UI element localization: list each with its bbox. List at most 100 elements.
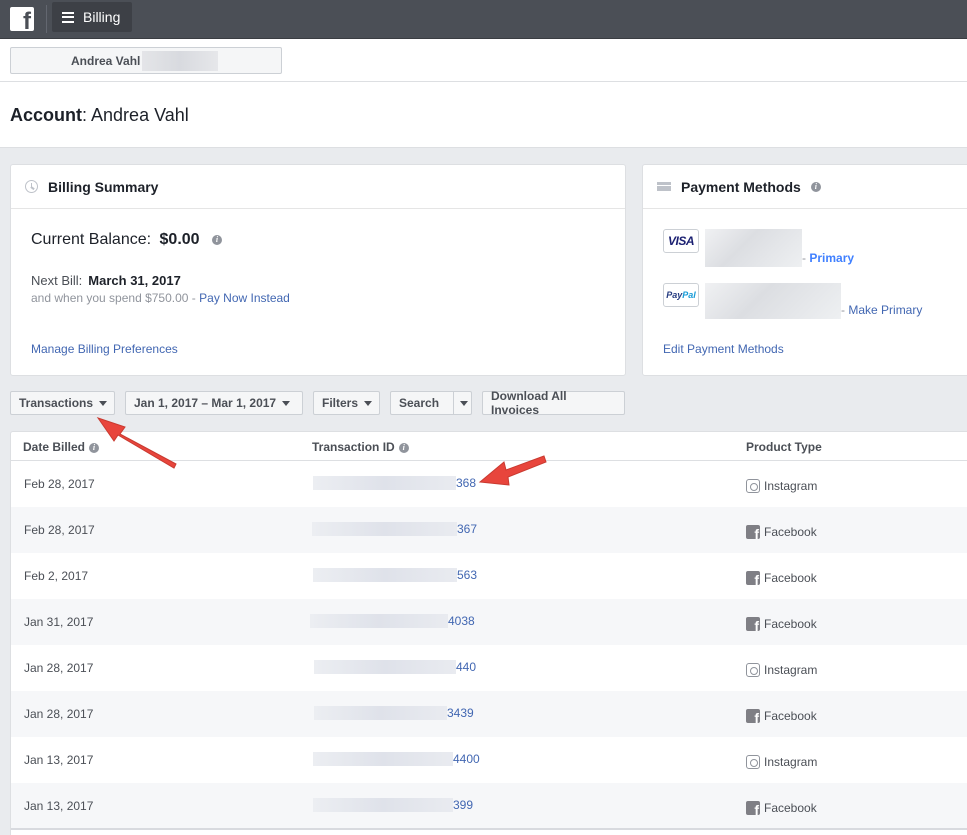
column-date-billed[interactable]: Date Billed i xyxy=(23,440,100,454)
transaction-id-link[interactable]: 368 xyxy=(313,476,476,490)
billing-menu-button[interactable]: Billing xyxy=(52,2,132,32)
transaction-id-suffix: 4400 xyxy=(453,752,480,766)
transactions-table: Date Billed i Transaction ID i Product Typ… xyxy=(10,431,967,835)
page-title: Account: Andrea Vahl xyxy=(10,105,189,126)
visa-logo-icon: VISA xyxy=(663,229,699,253)
product-type-label: Instagram xyxy=(764,479,818,493)
filters-dropdown[interactable]: Filters xyxy=(313,391,380,415)
account-selector-dropdown[interactable]: Andrea Vahl xyxy=(10,47,282,74)
manage-billing-preferences-link[interactable]: Manage Billing Preferences xyxy=(31,342,178,356)
table-row[interactable]: Jan 28, 2017 440 Instagram xyxy=(11,645,967,691)
transaction-id-link[interactable]: 3439 xyxy=(314,706,474,720)
info-icon[interactable]: i xyxy=(810,181,821,192)
redacted-transaction-id xyxy=(313,752,453,766)
date-billed: Jan 28, 2017 xyxy=(24,707,94,721)
info-icon[interactable]: i xyxy=(89,443,100,453)
transaction-id-suffix: 399 xyxy=(453,798,474,812)
separator: : xyxy=(82,105,88,125)
account-header: Account: Andrea Vahl xyxy=(0,82,967,148)
date-billed: Jan 13, 2017 xyxy=(24,799,94,813)
transaction-id-link[interactable]: 440 xyxy=(314,660,476,674)
payment-method-paypal: PayPal - Make Primary xyxy=(663,283,922,319)
table-row[interactable]: Jan 28, 2017 3439 Facebook xyxy=(11,691,967,737)
edit-payment-methods-link[interactable]: Edit Payment Methods xyxy=(663,342,784,356)
redacted-account-id xyxy=(142,50,219,71)
facebook-icon xyxy=(746,801,760,815)
product-type: Facebook xyxy=(746,617,817,631)
info-icon[interactable]: i xyxy=(212,234,223,245)
table-row[interactable]: Feb 2, 2017 563 Facebook xyxy=(11,553,967,599)
redacted-paypal-account xyxy=(705,283,841,319)
product-type: Facebook xyxy=(746,571,817,585)
date-range-picker[interactable]: Jan 1, 2017 – Mar 1, 2017 xyxy=(125,391,303,415)
billing-summary-title: Billing Summary xyxy=(48,178,159,195)
column-transaction-id[interactable]: Transaction ID i xyxy=(312,440,409,454)
transaction-id-suffix: 563 xyxy=(457,568,478,582)
transaction-id-link[interactable]: 367 xyxy=(312,522,477,536)
table-row[interactable]: Jan 31, 2017 4038 Facebook xyxy=(11,599,967,645)
account-selector-value: Andrea Vahl xyxy=(71,53,141,68)
product-type-label: Instagram xyxy=(764,755,818,769)
transaction-id-link[interactable]: 399 xyxy=(313,798,473,812)
current-balance: Current Balance: $0.00 i xyxy=(31,231,223,249)
redacted-transaction-id xyxy=(313,798,453,812)
redacted-transaction-id xyxy=(312,522,457,536)
search-button[interactable]: Search xyxy=(391,392,447,414)
search-split-button: Search xyxy=(390,391,472,415)
redacted-transaction-id xyxy=(314,660,456,674)
date-billed: Feb 28, 2017 xyxy=(24,477,95,491)
table-row[interactable]: Jan 13, 2017 4400 Instagram xyxy=(11,737,967,783)
info-icon[interactable]: i xyxy=(398,443,409,453)
balance-value: $0.00 xyxy=(159,231,200,248)
make-primary-link[interactable]: Make Primary xyxy=(848,303,922,317)
date-billed: Feb 28, 2017 xyxy=(24,523,95,537)
redacted-transaction-id xyxy=(313,476,456,490)
redacted-card-number xyxy=(705,229,802,267)
facebook-icon xyxy=(746,709,760,723)
balance-label: Current Balance: xyxy=(31,231,152,248)
hamburger-icon xyxy=(62,11,74,23)
transaction-id-link[interactable]: 4400 xyxy=(313,752,480,766)
transaction-id-link[interactable]: 4038 xyxy=(310,614,475,628)
redacted-transaction-id xyxy=(313,568,457,582)
search-options-dropdown[interactable] xyxy=(453,392,474,414)
product-type: Facebook xyxy=(746,525,817,539)
table-row[interactable]: Feb 28, 2017 367 Facebook xyxy=(11,507,967,553)
table-row[interactable]: Feb 28, 2017 368 Instagram xyxy=(11,461,967,507)
product-type: Instagram xyxy=(746,755,817,769)
transaction-id-suffix: 4038 xyxy=(448,614,475,628)
primary-badge: Primary xyxy=(809,251,855,265)
next-bill-label: Next Bill: xyxy=(31,273,83,288)
account-label: Account xyxy=(10,105,82,125)
transaction-id-suffix: 440 xyxy=(456,660,477,674)
billing-summary-header: Billing Summary xyxy=(11,165,625,209)
product-type: Instagram xyxy=(746,663,817,677)
view-select-label: Transactions xyxy=(19,396,94,410)
filters-label: Filters xyxy=(322,396,359,410)
date-billed: Jan 31, 2017 xyxy=(24,615,94,629)
table-body: Feb 28, 2017 368 Instagram Feb 28, 2017 367 F… xyxy=(11,461,967,829)
billing-summary-card: Billing Summary Current Balance: $0.00 i… xyxy=(10,164,626,376)
product-type-label: Facebook xyxy=(764,617,817,631)
transaction-id-suffix: 3439 xyxy=(447,706,474,720)
download-all-invoices-button[interactable]: Download All Invoices xyxy=(482,389,625,417)
chevron-down-icon xyxy=(282,400,291,406)
view-select-dropdown[interactable]: Transactions xyxy=(10,391,115,415)
date-billed: Jan 28, 2017 xyxy=(24,661,94,675)
transaction-id-suffix: 367 xyxy=(457,522,478,536)
product-type-label: Instagram xyxy=(764,663,818,677)
instagram-icon xyxy=(746,755,760,769)
spend-threshold: and when you spend $750.00 - Pay Now Ins… xyxy=(31,291,290,305)
product-type-label: Facebook xyxy=(764,801,817,815)
chevron-down-icon xyxy=(99,400,108,406)
transaction-id-link[interactable]: 563 xyxy=(313,568,477,582)
product-type-label: Facebook xyxy=(764,571,817,585)
table-header: Date Billed i Transaction ID i Product Typ… xyxy=(11,432,967,461)
paypal-suffix: - Make Primary xyxy=(841,303,923,317)
credit-card-icon xyxy=(657,182,671,191)
column-product-type[interactable]: Product Type xyxy=(746,440,822,454)
table-footer-divider xyxy=(11,828,967,830)
pay-now-link[interactable]: Pay Now Instead xyxy=(199,291,290,305)
table-row[interactable]: Jan 13, 2017 399 Facebook xyxy=(11,783,967,829)
facebook-logo-icon[interactable]: f xyxy=(10,7,34,34)
